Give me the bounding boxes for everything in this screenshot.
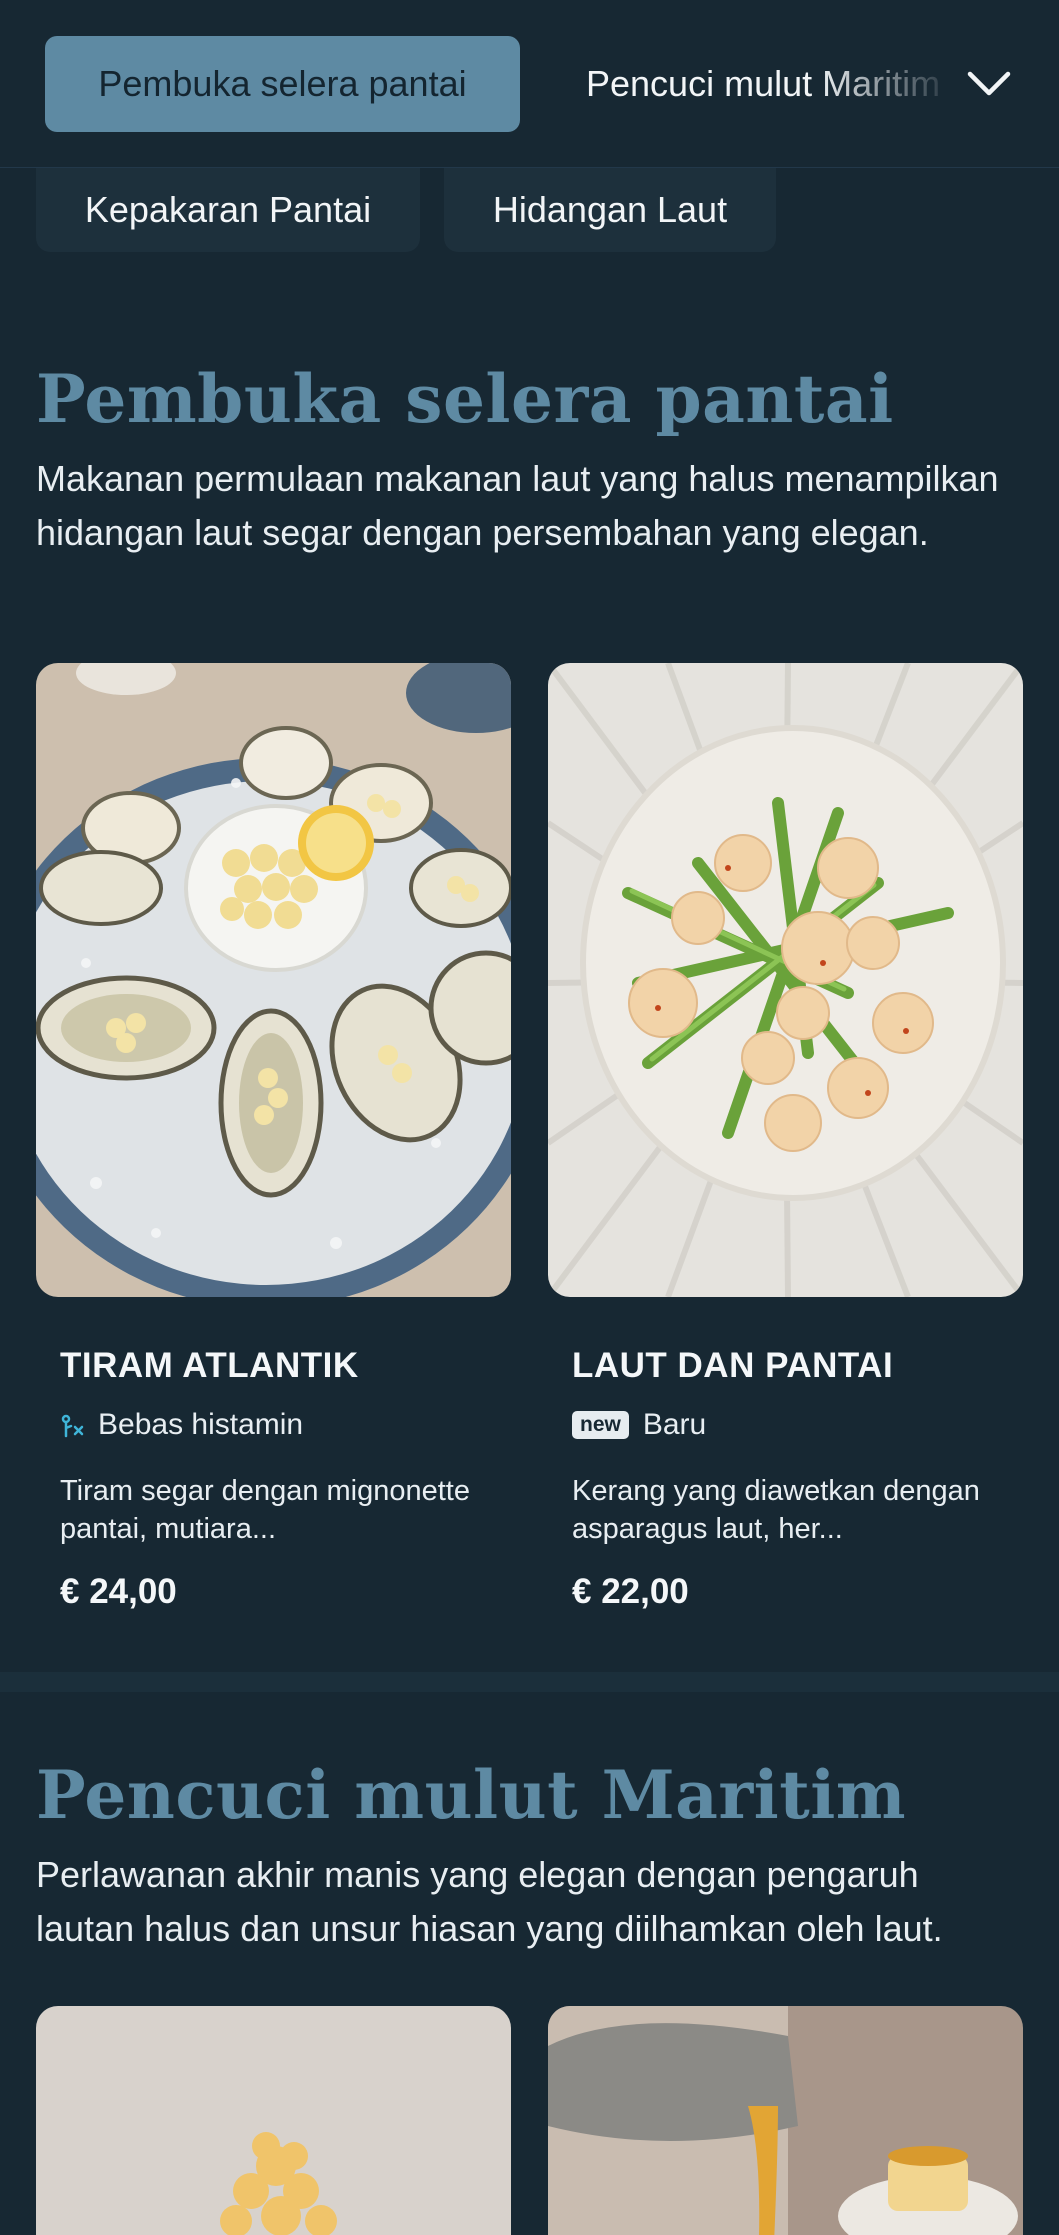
dish-image-scallops[interactable] <box>548 663 1023 1297</box>
section-title: Pembuka selera pantai <box>36 360 894 438</box>
dessert-photo <box>36 2006 511 2235</box>
dish-description: Tiram segar dengan mignonette pantai, mu… <box>60 1475 470 1545</box>
pill-label: Kepakaran Pantai <box>84 189 372 230</box>
dish-name: LAUT DAN PANTAI <box>572 1346 894 1385</box>
section-description: Perlawanan akhir manis yang elegan denga… <box>36 1854 943 1949</box>
dish-name: TIRAM ATLANTIK <box>60 1346 359 1385</box>
section-description: Makanan permulaan makanan laut yang halu… <box>36 458 999 553</box>
dish-tag: new Baru <box>572 1408 1012 1442</box>
oysters-photo <box>36 663 511 1297</box>
new-badge: new <box>572 1411 629 1439</box>
histamine-free-icon <box>60 1410 86 1440</box>
chevron-down-icon <box>967 71 1011 96</box>
scallops-photo <box>548 663 1023 1297</box>
expand-categories-button[interactable] <box>955 50 1023 118</box>
section-title: Pencuci mulut Maritim <box>36 1756 907 1834</box>
category-nav-bar: Pembuka selera pantai Pencuci mulut Mari… <box>0 0 1059 168</box>
tab-label: Pencuci mulut Maritim <box>586 63 941 104</box>
tab-pembuka-selera-pantai[interactable]: Pembuka selera pantai <box>45 36 520 132</box>
dish-image-dessert-2[interactable] <box>548 2006 1023 2235</box>
dish-card-tiram-atlantik[interactable]: TIRAM ATLANTIK Bebas histamin Tiram sega… <box>60 1346 500 1612</box>
dessert-pour-photo <box>548 2006 1023 2235</box>
dish-tag: Bebas histamin <box>60 1408 500 1442</box>
pill-label: Hidangan Laut <box>492 189 728 230</box>
dish-price: € 22,00 <box>572 1572 689 1611</box>
section-divider <box>0 1672 1059 1692</box>
dish-tag-label: Bebas histamin <box>98 1408 304 1441</box>
tab-pencuci-mulut-maritim[interactable]: Pencuci mulut Maritim <box>586 36 958 132</box>
dish-image-oysters[interactable] <box>36 663 511 1297</box>
dish-tag-label: Baru <box>642 1408 707 1441</box>
dish-description: Kerang yang diawetkan dengan asparagus l… <box>572 1475 980 1545</box>
dish-image-dessert-1[interactable] <box>36 2006 511 2235</box>
dish-card-laut-dan-pantai[interactable]: LAUT DAN PANTAI new Baru Kerang yang dia… <box>572 1346 1012 1612</box>
tab-label: Pembuka selera pantai <box>98 63 467 104</box>
dish-price: € 24,00 <box>60 1572 177 1611</box>
